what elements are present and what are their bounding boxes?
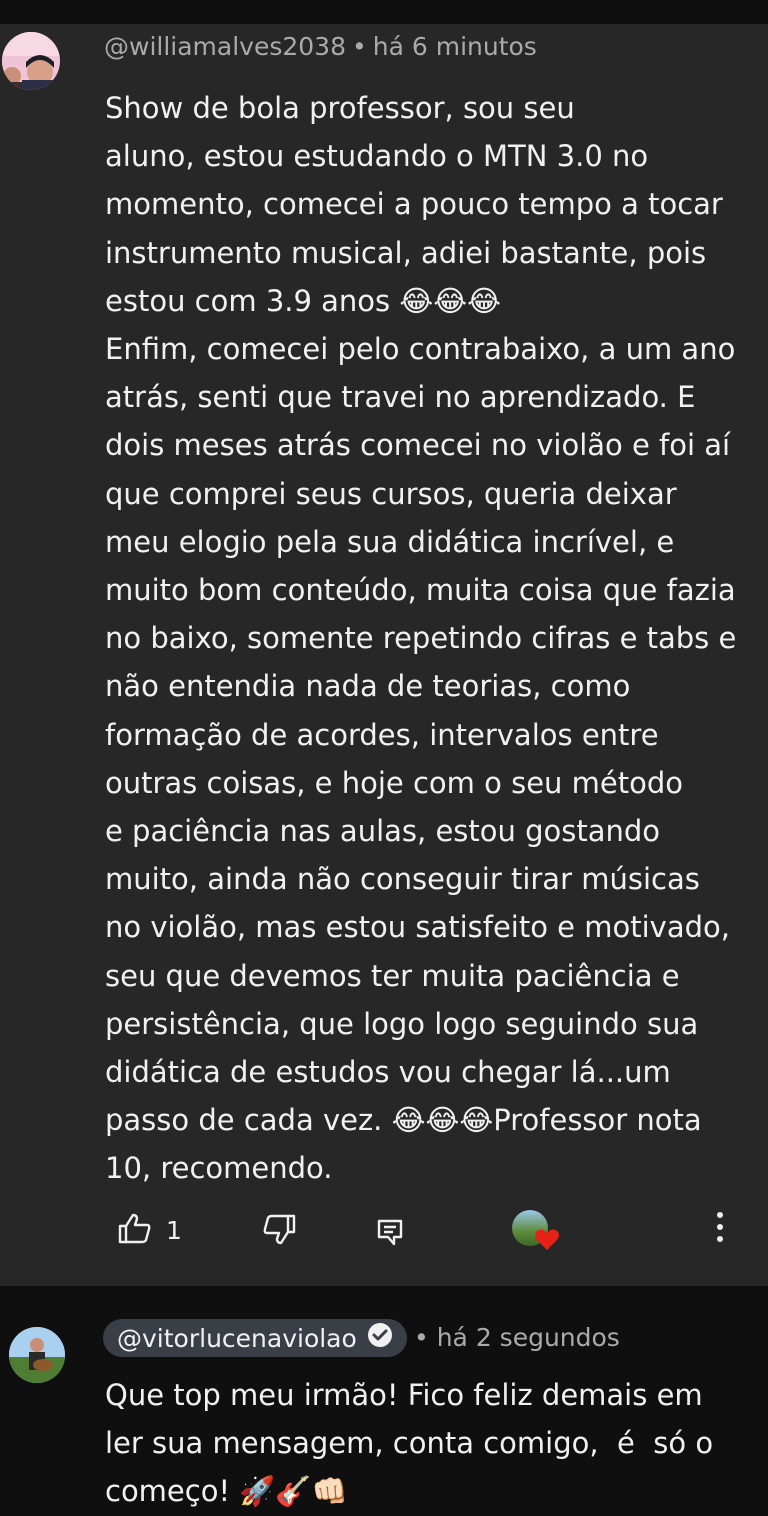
- like-icon: [118, 1212, 152, 1248]
- dislike-icon: [262, 1214, 296, 1250]
- comment-text: Que top meu irmão! Fico feliz demais em …: [105, 1378, 723, 1509]
- comment-time[interactable]: há 2 segundos: [437, 1323, 620, 1352]
- separator: •: [414, 1323, 429, 1352]
- more-icon: [712, 1210, 728, 1248]
- avatar-william[interactable]: [2, 32, 60, 90]
- verified-check-icon: [367, 1322, 393, 1354]
- comment-text: Show de bola professor, sou seu aluno, e…: [105, 91, 737, 1186]
- author-handle: @vitorlucenaviolao: [117, 1323, 357, 1353]
- reply-button[interactable]: [376, 1218, 404, 1250]
- comment-meta: @williamalves2038 • há 6 minutos: [104, 32, 537, 61]
- top-band: [0, 0, 768, 24]
- comment-vitor: @vitorlucenaviolao • há 2 segundos Que t…: [0, 1288, 768, 1508]
- more-options-button[interactable]: [712, 1210, 728, 1248]
- comment-time[interactable]: há 6 minutos: [373, 32, 537, 61]
- like-count: 1: [166, 1215, 182, 1245]
- comment-meta: • há 2 segundos: [414, 1323, 620, 1352]
- like-button[interactable]: 1: [118, 1212, 182, 1248]
- comment-actions: 1: [0, 1208, 768, 1258]
- avatar-vitor[interactable]: [9, 1327, 65, 1383]
- creator-handle-chip[interactable]: @vitorlucenaviolao: [103, 1319, 407, 1357]
- separator: •: [352, 32, 367, 61]
- dislike-button[interactable]: [262, 1214, 296, 1250]
- creator-heart-icon: [534, 1228, 560, 1256]
- author-handle[interactable]: @williamalves2038: [104, 32, 346, 61]
- creator-heart[interactable]: [512, 1210, 562, 1254]
- comment-william: @williamalves2038 • há 6 minutos Show de b…: [0, 24, 768, 1286]
- reply-icon: [376, 1218, 404, 1250]
